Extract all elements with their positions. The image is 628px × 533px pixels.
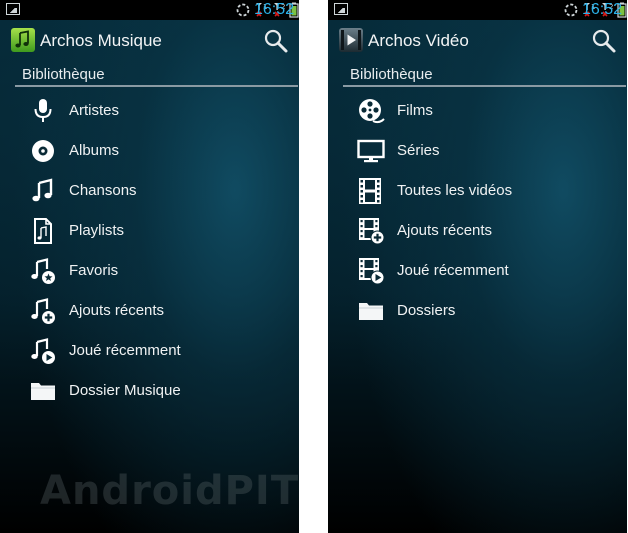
menu-item-playlists[interactable]: Playlists	[0, 211, 299, 251]
menu-item-albums[interactable]: Albums	[0, 131, 299, 171]
menu-item-label: Films	[397, 102, 433, 119]
menu-item-label: Joué récemment	[69, 342, 181, 359]
video-app-screen: 1 2 16:52 Archos Vidéo Bibliothèque Film…	[328, 0, 627, 533]
video-app-icon[interactable]	[339, 28, 363, 52]
playlist-document-icon	[29, 217, 57, 245]
menu-item-ajouts-recents[interactable]: Ajouts récents	[0, 291, 299, 331]
folder-icon	[357, 297, 385, 325]
menu-item-label: Ajouts récents	[397, 222, 493, 239]
action-bar: Archos Musique	[0, 22, 299, 62]
menu-item-chansons[interactable]: Chansons	[0, 171, 299, 211]
section-header: Bibliothèque	[22, 66, 105, 83]
music-add-icon	[29, 297, 57, 325]
section-header: Bibliothèque	[350, 66, 433, 83]
music-favorite-icon	[29, 257, 57, 285]
menu-item-label: Joué récemment	[397, 262, 509, 279]
section-divider	[15, 85, 298, 87]
film-reel-icon	[357, 97, 385, 125]
menu-item-films[interactable]: Films	[328, 91, 627, 131]
watermark: AndroidPIT	[40, 468, 299, 514]
menu-item-label: Artistes	[69, 102, 120, 119]
app-title: Archos Musique	[40, 31, 162, 50]
music-play-icon	[29, 337, 57, 365]
film-play-icon	[357, 257, 385, 285]
disc-icon	[29, 137, 57, 165]
library-menu: Films Séries Toutes les vidéos Ajouts ré…	[328, 91, 627, 331]
status-time: 16:52	[581, 1, 622, 18]
menu-item-label: Chansons	[69, 182, 137, 199]
sync-icon	[563, 2, 579, 18]
folder-icon	[29, 377, 57, 405]
menu-item-artistes[interactable]: Artistes	[0, 91, 299, 131]
sync-icon	[235, 2, 251, 18]
library-menu: Artistes Albums Chansons Playlists Favor…	[0, 91, 299, 411]
menu-item-ajouts-recents[interactable]: Ajouts récents	[328, 211, 627, 251]
search-icon[interactable]	[263, 28, 289, 54]
music-app-screen: 1 2 16:52 Archos Musique Bibliothèque Ar…	[0, 0, 299, 533]
search-icon[interactable]	[591, 28, 617, 54]
menu-item-joue-recemment[interactable]: Joué récemment	[0, 331, 299, 371]
microphone-icon	[29, 97, 57, 125]
menu-item-label: Ajouts récents	[69, 302, 165, 319]
gallery-notification-icon	[6, 3, 20, 15]
music-app-icon[interactable]	[11, 28, 35, 52]
status-bar: 1 2 16:52	[0, 0, 299, 20]
menu-item-label: Albums	[69, 142, 120, 159]
status-bar: 1 2 16:52	[328, 0, 627, 20]
menu-item-label: Dossier Musique	[69, 382, 181, 399]
menu-item-toutes-les-videos[interactable]: Toutes les vidéos	[328, 171, 627, 211]
menu-item-joue-recemment[interactable]: Joué récemment	[328, 251, 627, 291]
section-divider	[343, 85, 626, 87]
menu-item-label: Toutes les vidéos	[397, 182, 513, 199]
app-title: Archos Vidéo	[368, 31, 469, 50]
film-add-icon	[357, 217, 385, 245]
gallery-notification-icon	[334, 3, 348, 15]
menu-item-label: Playlists	[69, 222, 125, 239]
music-note-icon	[29, 177, 57, 205]
menu-item-series[interactable]: Séries	[328, 131, 627, 171]
menu-item-label: Dossiers	[397, 302, 456, 319]
menu-item-dossier-musique[interactable]: Dossier Musique	[0, 371, 299, 411]
menu-item-dossiers[interactable]: Dossiers	[328, 291, 627, 331]
menu-item-favoris[interactable]: Favoris	[0, 251, 299, 291]
status-time: 16:52	[253, 1, 294, 18]
film-strip-icon	[357, 177, 385, 205]
menu-item-label: Favoris	[69, 262, 119, 279]
tv-icon	[357, 137, 385, 165]
menu-item-label: Séries	[397, 142, 440, 159]
action-bar: Archos Vidéo	[328, 22, 627, 62]
